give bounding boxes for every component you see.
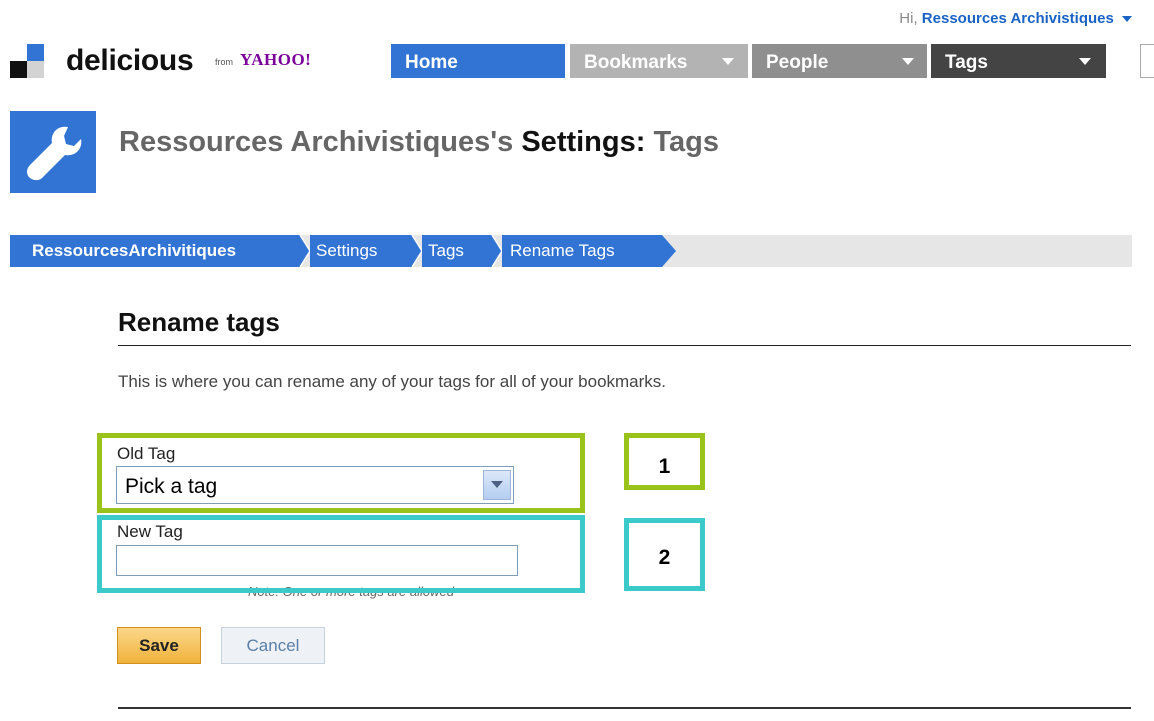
chevron-down-icon[interactable] [902, 58, 914, 65]
wrench-icon [10, 111, 96, 193]
description-text: This is where you can rename any of your… [118, 372, 667, 391]
breadcrumb-end-icon [662, 235, 676, 267]
chevron-down-icon[interactable] [1122, 16, 1132, 23]
breadcrumb-separator-icon [408, 235, 422, 267]
divider [118, 345, 1131, 346]
page-title-section: Tags [653, 126, 720, 158]
highlight-box-new-tag [97, 515, 585, 593]
breadcrumb-separator-icon [488, 235, 502, 267]
nav-bookmarks[interactable]: Bookmarks [570, 44, 748, 78]
username-link[interactable]: Ressources Archivistiques [922, 10, 1114, 27]
divider [118, 707, 1131, 709]
breadcrumb-tags[interactable]: Tags [422, 235, 492, 267]
page-title-owner: Ressources Archivistiques's [119, 126, 514, 158]
nav-home[interactable]: Home [391, 44, 565, 78]
breadcrumb-user[interactable]: RessourcesArchivitiques [10, 235, 300, 267]
nav-tags-label: Tags [945, 52, 988, 73]
nav-people-label: People [766, 52, 829, 73]
chevron-down-icon[interactable] [1079, 58, 1091, 65]
nav-tags[interactable]: Tags [931, 44, 1106, 78]
cancel-button[interactable]: Cancel [221, 627, 325, 664]
user-greeting: Hi, Ressources Archivistiques [899, 10, 1132, 27]
section-title: Rename tags [118, 307, 280, 337]
nav-bookmarks-label: Bookmarks [584, 52, 688, 73]
nav-people[interactable]: People [752, 44, 927, 78]
logo-from: from [215, 57, 233, 67]
nav-home-label: Home [405, 52, 458, 73]
breadcrumb-rename-tags: Rename Tags [502, 235, 662, 267]
breadcrumb-settings[interactable]: Settings [310, 235, 412, 267]
greeting-prefix: Hi, [899, 10, 918, 27]
breadcrumb: RessourcesArchivitiques Settings Tags Re… [10, 235, 1132, 267]
highlight-box-old-tag [97, 433, 585, 513]
yahoo-logo: YAHOO! [240, 50, 312, 69]
page-title-settings: Settings: [521, 126, 646, 158]
breadcrumb-separator-icon [296, 235, 310, 267]
page-title: Ressources Archivistiques's Settings: Ta… [119, 126, 719, 159]
search-input[interactable] [1140, 44, 1154, 78]
chevron-down-icon[interactable] [722, 58, 734, 65]
annotation-badge-2: 2 [624, 518, 705, 591]
annotation-badge-1: 1 [624, 433, 705, 490]
save-button[interactable]: Save [117, 627, 201, 664]
logo-wordmark[interactable]: delicious [66, 44, 194, 78]
